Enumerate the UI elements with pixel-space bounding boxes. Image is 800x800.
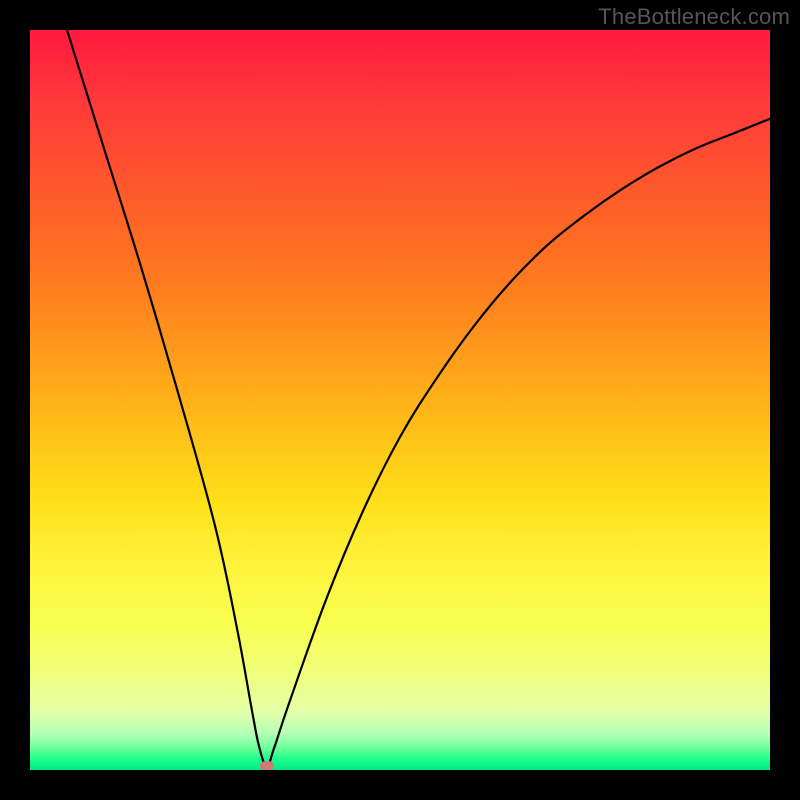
plot-area — [30, 30, 770, 770]
chart-frame: TheBottleneck.com — [0, 0, 800, 800]
optimal-point-marker — [260, 761, 274, 770]
watermark-text: TheBottleneck.com — [598, 4, 790, 30]
bottleneck-curve — [30, 30, 770, 770]
